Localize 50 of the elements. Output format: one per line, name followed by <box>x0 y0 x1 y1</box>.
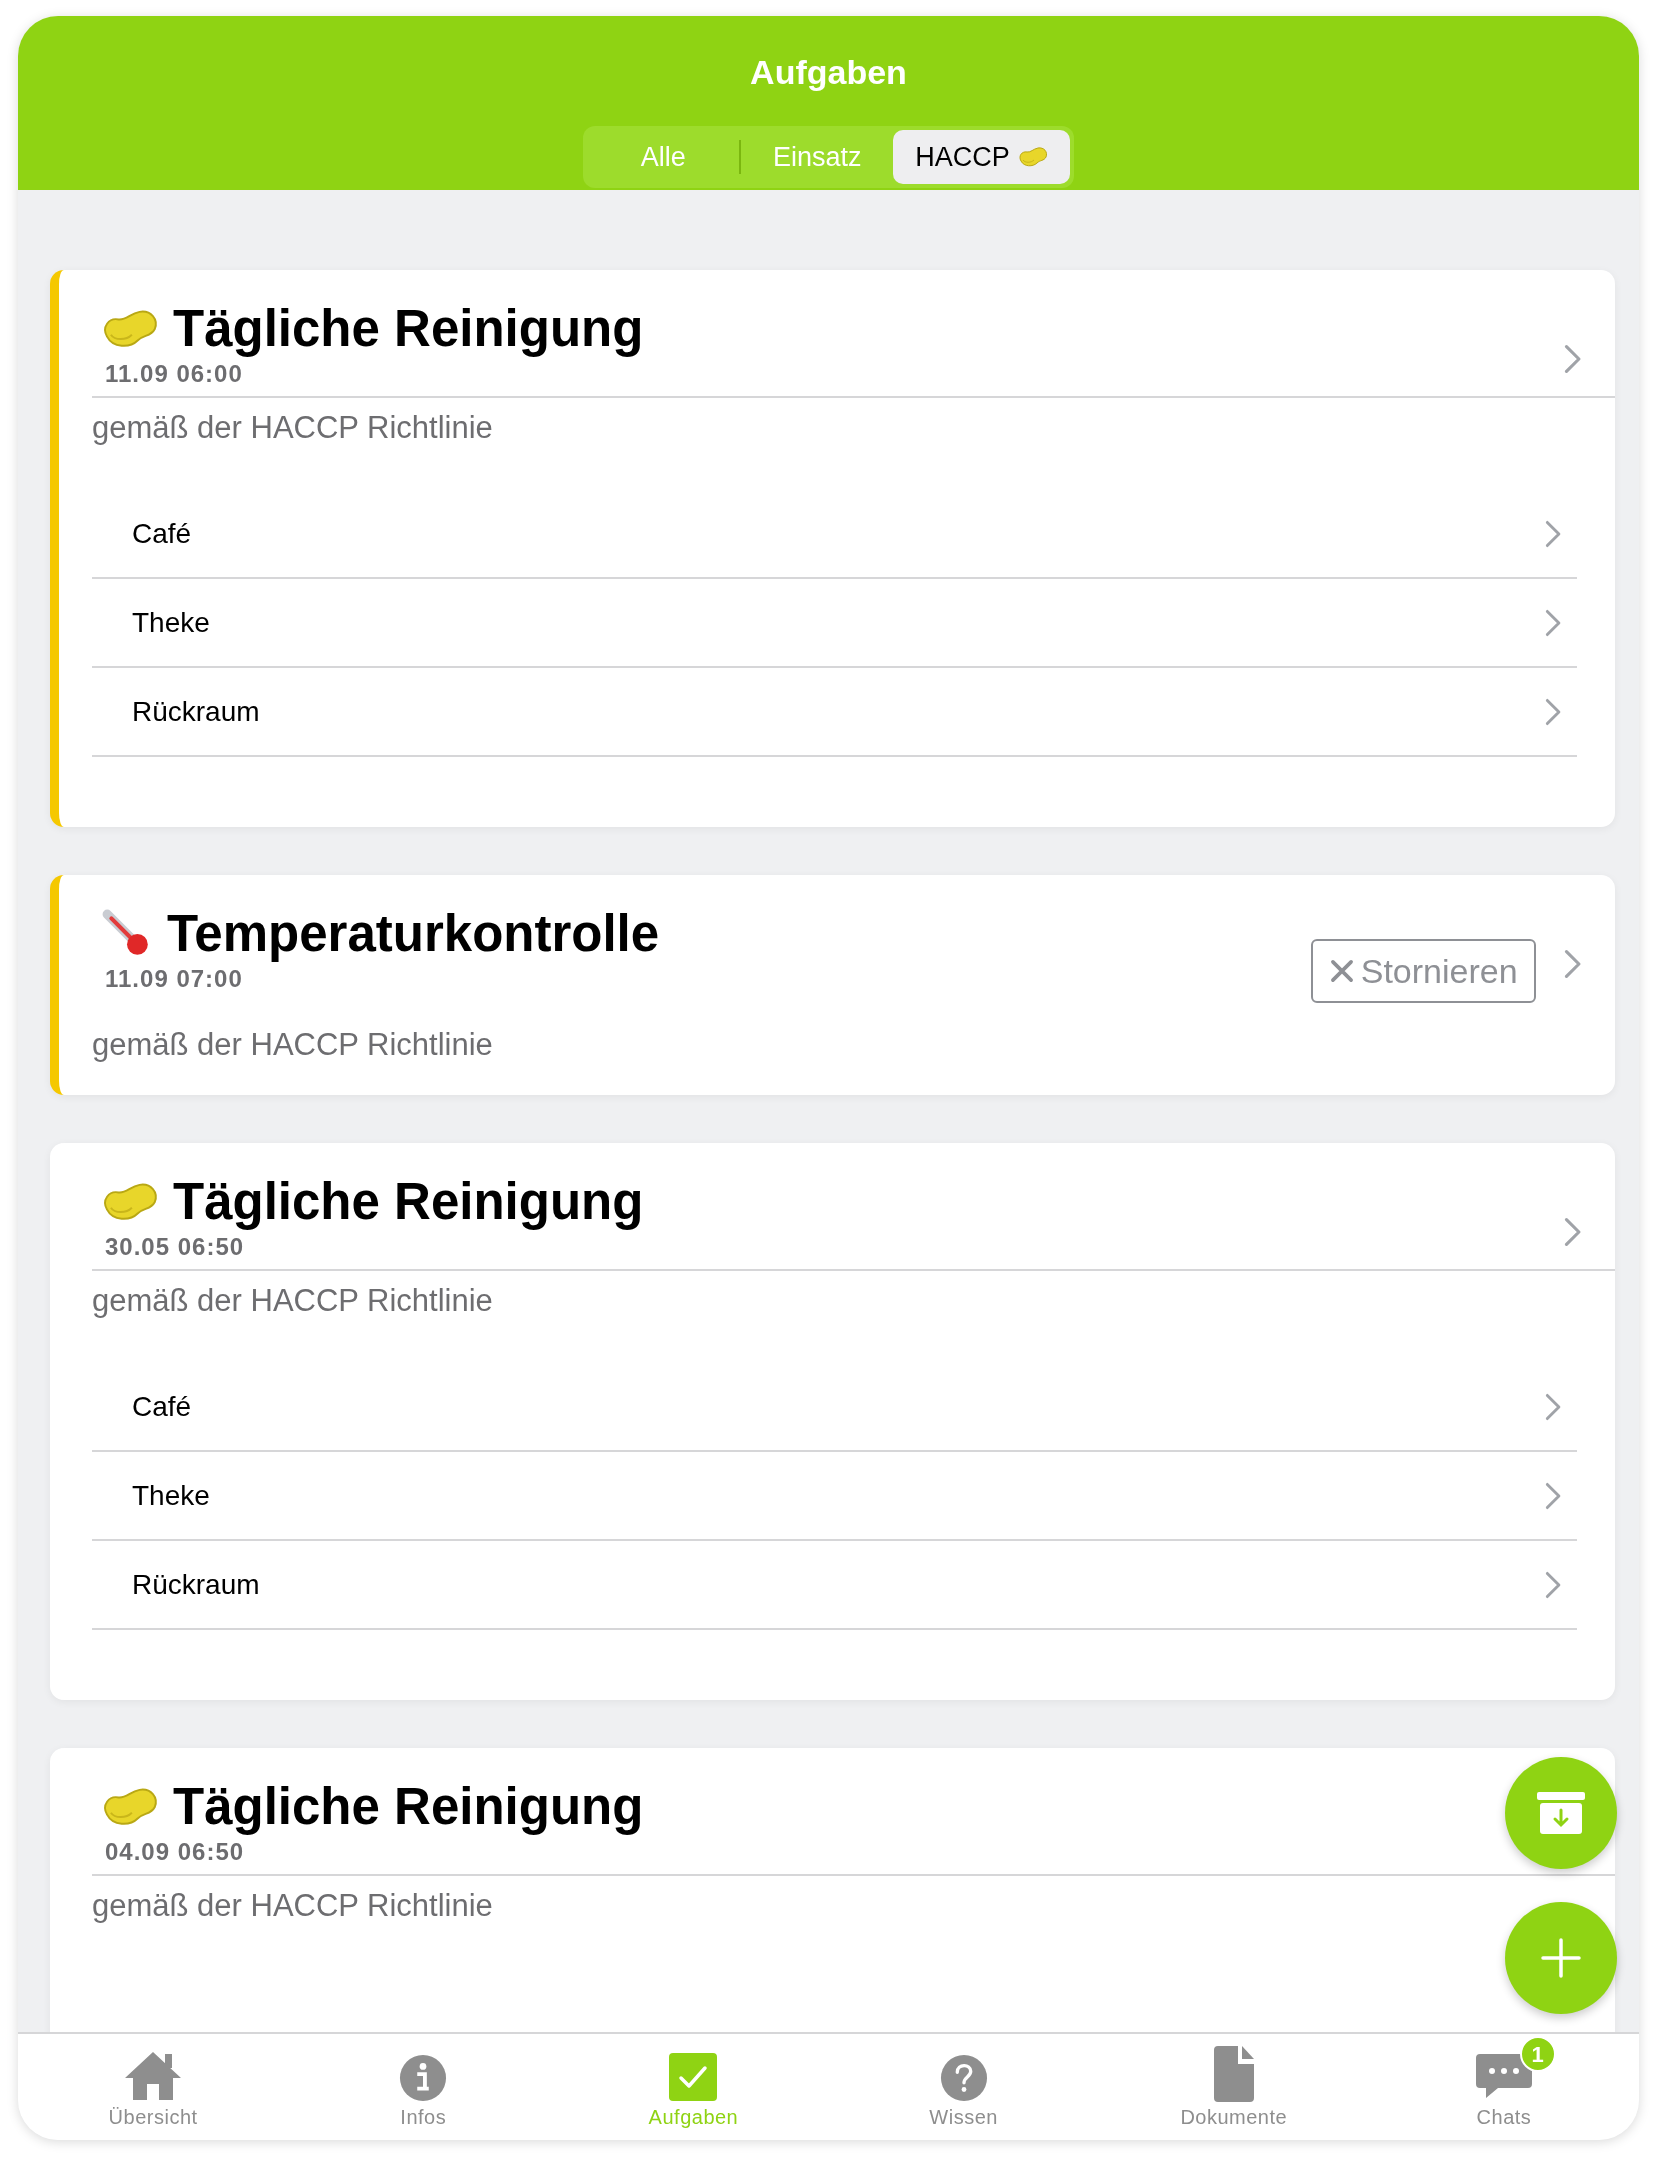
area-label: Café <box>132 1389 193 1424</box>
chevron-icon <box>1563 344 1581 374</box>
area-label: Rückraum <box>132 1567 261 1602</box>
chevron-icon <box>1544 697 1561 726</box>
task-subtitle: gemäß der HACCP Richtlinie <box>91 1026 494 1064</box>
help-icon <box>939 2054 988 2102</box>
area-label: Theke <box>132 1478 211 1513</box>
chevron-icon <box>1563 1217 1581 1247</box>
task-title: Tägliche Reinigung <box>173 299 644 359</box>
filter-tab[interactable]: HACCP <box>893 130 1070 184</box>
page-title: Aufgaben <box>750 52 907 92</box>
unread-badge: 1 <box>1519 2036 1556 2072</box>
task-time: 30.05 06:50 <box>104 1233 246 1261</box>
task-card[interactable]: Temperaturkontrolle 11.09 07:00 Stornieren gemäß der HACCP Richtlinie <box>50 875 1615 1095</box>
plus-icon <box>1541 1938 1581 1978</box>
chevron-icon <box>1544 1392 1561 1421</box>
task-time: 11.09 07:00 <box>104 965 244 993</box>
sponge-icon <box>101 1181 159 1223</box>
task-subtitle: gemäß der HACCP Richtlinie <box>91 409 494 447</box>
close-icon <box>1328 958 1355 984</box>
task-time: 11.09 06:00 <box>104 360 244 388</box>
task-subtitle: gemäß der HACCP Richtlinie <box>91 1282 494 1320</box>
document-icon <box>1211 2046 1256 2102</box>
area-row[interactable]: Rückraum <box>92 668 1577 757</box>
area-label: Theke <box>132 605 211 640</box>
area-row[interactable]: Café <box>92 1363 1577 1452</box>
area-row[interactable]: Theke <box>92 579 1577 668</box>
info-icon <box>399 2054 448 2102</box>
chevron-icon <box>1563 949 1581 979</box>
archive-icon <box>1537 1792 1585 1834</box>
area-label: Café <box>132 516 193 551</box>
task-subtitle: gemäß der HACCP Richtlinie <box>91 1887 494 1925</box>
sponge-icon <box>101 308 159 350</box>
task-card[interactable]: Tägliche Reinigung 11.09 06:00 gemäß der HACCP Richtlinie Café Theke Rückraum <box>50 270 1615 827</box>
task-title: Tägliche Reinigung <box>173 1777 644 1837</box>
sponge-icon <box>101 1786 159 1828</box>
task-title: Tägliche Reinigung <box>173 1172 644 1232</box>
task-card[interactable]: Tägliche Reinigung 30.05 06:50 gemäß der HACCP Richtlinie Café Theke Rückraum <box>50 1143 1615 1700</box>
chevron-icon <box>1544 1570 1561 1599</box>
task-time: 04.09 06:50 <box>104 1838 246 1866</box>
area-row[interactable]: Theke <box>92 1452 1577 1541</box>
chevron-icon <box>1544 608 1561 637</box>
checkbox-icon <box>668 2052 719 2102</box>
chevron-icon <box>1544 1481 1561 1510</box>
area-label: Rückraum <box>132 694 261 729</box>
chevron-icon <box>1544 519 1561 548</box>
area-row[interactable]: Rückraum <box>92 1541 1577 1630</box>
area-row[interactable]: Café <box>92 490 1577 579</box>
task-title: Temperaturkontrolle <box>167 904 660 964</box>
task-card[interactable]: Tägliche Reinigung 04.09 06:50 gemäß der HACCP Richtlinie <box>50 1748 1615 2032</box>
